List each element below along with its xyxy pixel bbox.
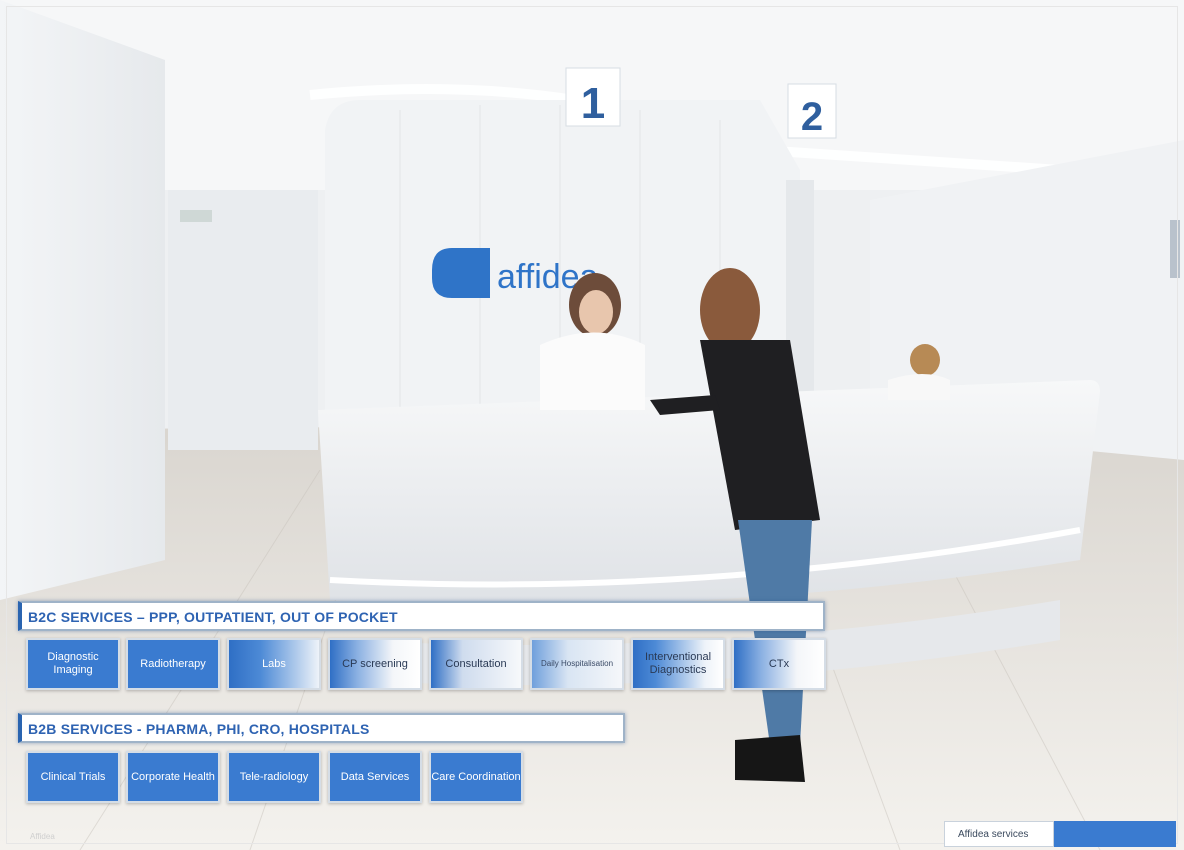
tile-data-services[interactable]: Data Services bbox=[328, 751, 422, 803]
tile-cp-screening[interactable]: CP screening bbox=[328, 638, 422, 690]
tile-ctx[interactable]: CTx bbox=[732, 638, 826, 690]
tile-radiotherapy[interactable]: Radiotherapy bbox=[126, 638, 220, 690]
tile-daily-hospitalisation[interactable]: Daily Hospitalisation bbox=[530, 638, 624, 690]
tile-diagnostic-imaging[interactable]: Diagnostic Imaging bbox=[26, 638, 120, 690]
tile-care-coordination[interactable]: Care Coordination bbox=[429, 751, 523, 803]
counter-number-2: 2 bbox=[801, 95, 823, 139]
footer-services-label: Affidea services bbox=[944, 821, 1054, 847]
tile-interventional-diagnostics[interactable]: Interventional Diagnostics bbox=[631, 638, 725, 690]
footer-accent-bar bbox=[1054, 821, 1176, 847]
tile-corporate-health[interactable]: Corporate Health bbox=[126, 751, 220, 803]
tile-tele-radiology[interactable]: Tele-radiology bbox=[227, 751, 321, 803]
tile-labs[interactable]: Labs bbox=[227, 638, 321, 690]
footer-watermark: Affidea bbox=[30, 832, 55, 841]
tile-consultation[interactable]: Consultation bbox=[429, 638, 523, 690]
b2c-services-header: B2C SERVICES – PPP, OUTPATIENT, OUT OF P… bbox=[18, 601, 825, 631]
counter-number-1: 1 bbox=[581, 79, 605, 128]
b2b-services-header: B2B SERVICES - PHARMA, PHI, CRO, HOSPITA… bbox=[18, 713, 625, 743]
tile-clinical-trials[interactable]: Clinical Trials bbox=[26, 751, 120, 803]
